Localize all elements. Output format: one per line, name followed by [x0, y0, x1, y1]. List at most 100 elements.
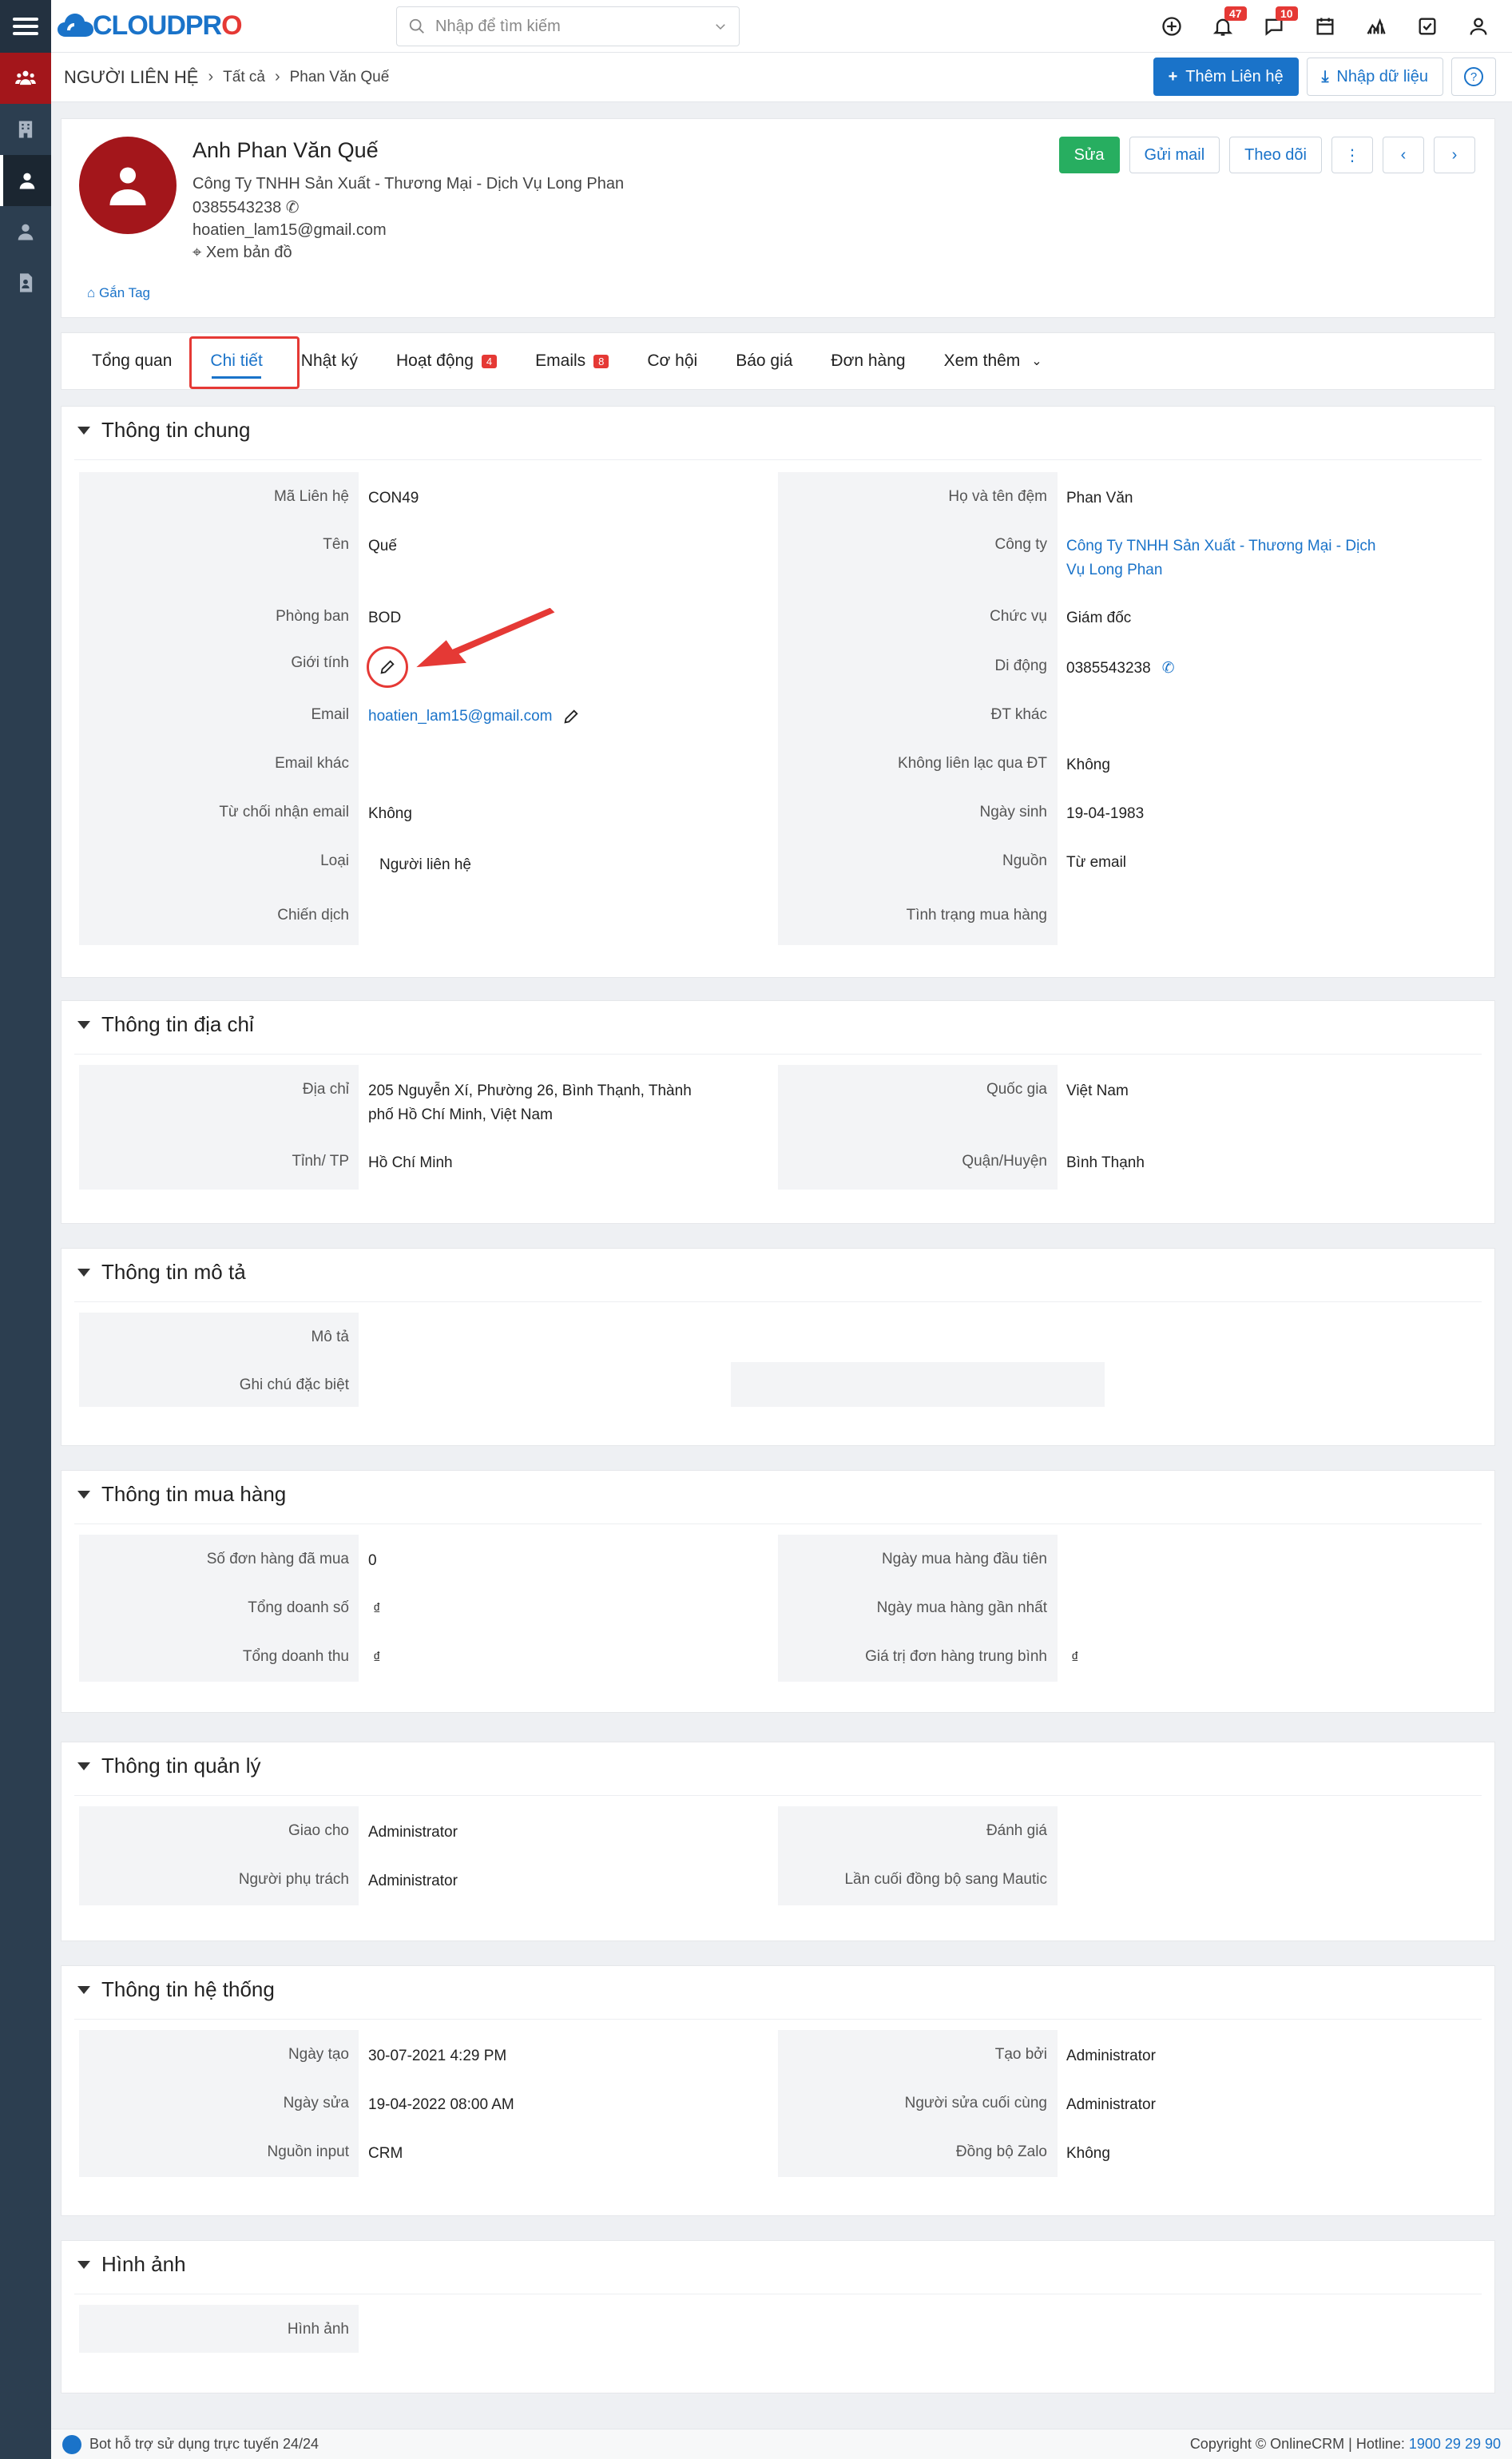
breadcrumb: NGƯỜI LIÊN HỆ › Tất cả › Phan Văn Quế + T… [51, 53, 1512, 102]
section-management: Thông tin quản lý Giao cho Administrator… [61, 1742, 1495, 1941]
copyright: Copyright © OnlineCRM | Hotline: 1900 29… [1190, 2436, 1501, 2453]
field-value: ₫ [373, 1650, 381, 1666]
section-title[interactable]: Thông tin mô tả [77, 1260, 246, 1285]
add-tag-link[interactable]: ⌂ Gắn Tag [87, 285, 150, 301]
field-label: Ghi chú đặc biệt [239, 1376, 349, 1393]
section-title[interactable]: Thông tin địa chỉ [77, 1012, 254, 1037]
footer: Bot hỗ trợ sử dụng trực tuyến 24/24 Copy… [51, 2429, 1512, 2459]
section-title[interactable]: Thông tin quản lý [77, 1754, 260, 1778]
field-label: Nguồn input [267, 2143, 349, 2160]
search-input[interactable]: Nhập để tìm kiếm [396, 6, 740, 46]
section-general: Thông tin chung Mã Liên hệ CON49 Tên Quế… [61, 406, 1495, 978]
next-record-icon[interactable]: › [1434, 137, 1475, 173]
chart-icon[interactable] [1351, 0, 1402, 53]
building-icon[interactable] [0, 104, 51, 155]
cloudpro-logo[interactable]: CLOUDPRO [56, 5, 243, 46]
bell-icon[interactable]: 47 [1197, 0, 1248, 53]
email-value[interactable]: hoatien_lam15@gmail.com [368, 708, 580, 725]
import-data-button[interactable]: ⤓ Nhập dữ liệu [1306, 58, 1443, 96]
hotline-link[interactable]: 1900 29 29 90 [1409, 2436, 1501, 2452]
field-value: Không [1066, 757, 1110, 773]
field-value: phố Hồ Chí Minh, Việt Nam [368, 1106, 553, 1123]
user-icon[interactable] [0, 206, 51, 257]
field-label: Tỉnh/ TP [292, 1153, 349, 1170]
field-label: Ngày mua hàng gần nhất [876, 1599, 1047, 1616]
section-title-text: Thông tin mô tả [101, 1260, 246, 1284]
follow-button[interactable]: Theo dõi [1229, 137, 1322, 173]
field-label: Mô tả [311, 1329, 349, 1345]
document-user-icon[interactable] [0, 257, 51, 308]
contact-email[interactable]: hoatien_lam15@gmail.com [192, 221, 387, 240]
field-value: Việt Nam [1066, 1083, 1129, 1099]
menu-icon[interactable] [0, 0, 51, 53]
mobile-value[interactable]: 0385543238 ✆ [1066, 659, 1175, 677]
company-link[interactable]: Công Ty TNHH Sản Xuất - Thương Mại - Dịc… [1066, 538, 1375, 555]
tab-emails[interactable]: Emails 8 [516, 332, 628, 390]
field-label: Ngày mua hàng đầu tiên [881, 1551, 1047, 1567]
tab-opportunities[interactable]: Cơ hội [628, 332, 716, 390]
breadcrumb-filter[interactable]: Tất cả [223, 69, 265, 86]
breadcrumb-module[interactable]: NGƯỜI LIÊN HỆ [64, 67, 198, 88]
field-value: BOD [368, 610, 402, 626]
section-title-text: Thông tin địa chỉ [101, 1012, 254, 1036]
caret-down-icon [77, 1762, 90, 1770]
tab-activities[interactable]: Hoạt động 4 [377, 332, 516, 390]
chat-badge: 10 [1276, 6, 1298, 21]
add-contact-button[interactable]: + Thêm Liên hệ [1153, 58, 1299, 96]
field-label: Di động [994, 657, 1048, 674]
phone-icon[interactable]: ✆ [1162, 660, 1175, 677]
contacts-group-icon[interactable] [0, 53, 51, 104]
pencil-icon[interactable] [562, 708, 580, 725]
field-label: Mã Liên hệ [273, 488, 349, 505]
tab-more[interactable]: Xem thêm ⌄ [925, 332, 1062, 390]
add-contact-label: Thêm Liên hệ [1185, 67, 1284, 85]
contact-person-icon[interactable] [0, 155, 51, 206]
messenger-icon[interactable] [62, 2434, 81, 2454]
contact-company[interactable]: Công Ty TNHH Sản Xuất - Thương Mại - Dịc… [192, 175, 624, 193]
edit-button[interactable]: Sửa [1058, 137, 1120, 173]
bot-support-link[interactable]: Bot hỗ trợ sử dụng trực tuyến 24/24 [89, 2436, 319, 2453]
field-value: Administrator [368, 1873, 458, 1889]
field-label: Lần cuối đồng bộ sang Mautic [844, 1871, 1047, 1888]
field-value: Người liên hệ [379, 856, 471, 873]
chat-icon[interactable]: 10 [1248, 0, 1300, 53]
tab-orders[interactable]: Đơn hàng [812, 332, 924, 390]
notes-input[interactable] [731, 1362, 1105, 1407]
field-label: Người phụ trách [238, 1871, 349, 1888]
chevron-down-icon[interactable] [713, 19, 728, 34]
section-title[interactable]: Thông tin mua hàng [77, 1482, 286, 1507]
field-label: Ngày tạo [288, 2046, 349, 2063]
previous-record-icon[interactable]: ‹ [1383, 137, 1424, 173]
map-link[interactable]: ⌖ Xem bản đồ [192, 244, 292, 262]
field-label: Chức vụ [990, 608, 1047, 625]
add-circle-icon[interactable] [1146, 0, 1197, 53]
profile-card: Anh Phan Văn Quế Công Ty TNHH Sản Xuất -… [61, 118, 1495, 318]
field-label: Tổng doanh thu [242, 1648, 349, 1665]
help-button[interactable]: ? [1451, 58, 1496, 96]
section-title-text: Thông tin mua hàng [101, 1482, 287, 1506]
section-title[interactable]: Hình ảnh [77, 2252, 186, 2277]
tab-quotes[interactable]: Báo giá [716, 332, 812, 390]
edit-gender-pencil-icon[interactable] [367, 646, 408, 688]
more-options-icon[interactable]: ⋮ [1331, 137, 1373, 173]
bell-badge: 47 [1224, 6, 1247, 21]
section-title[interactable]: Thông tin chung [77, 418, 250, 443]
tab-overview[interactable]: Tổng quan [73, 332, 191, 390]
field-label: Quốc gia [986, 1081, 1047, 1098]
caret-down-icon [77, 1985, 90, 1994]
tab-badge: 4 [481, 354, 498, 368]
section-title[interactable]: Thông tin hệ thống [77, 1977, 275, 2002]
section-title-text: Thông tin chung [101, 418, 251, 442]
field-label: ĐT khác [990, 706, 1047, 723]
field-value: Giám đốc [1066, 610, 1132, 626]
field-value: 205 Nguyễn Xí, Phường 26, Bình Thạnh, Th… [368, 1083, 692, 1099]
calendar-icon[interactable] [1300, 0, 1351, 53]
field-label: Tên [323, 536, 349, 553]
contact-phone-line[interactable]: 0385543238 ✆ [192, 197, 300, 217]
send-mail-button[interactable]: Gửi mail [1129, 137, 1220, 173]
profile-icon[interactable] [1453, 0, 1504, 53]
highlight-box [189, 336, 300, 389]
search-placeholder: Nhập để tìm kiếm [435, 17, 561, 35]
company-link-cont[interactable]: Vụ Long Phan [1066, 562, 1162, 579]
task-check-icon[interactable] [1402, 0, 1453, 53]
